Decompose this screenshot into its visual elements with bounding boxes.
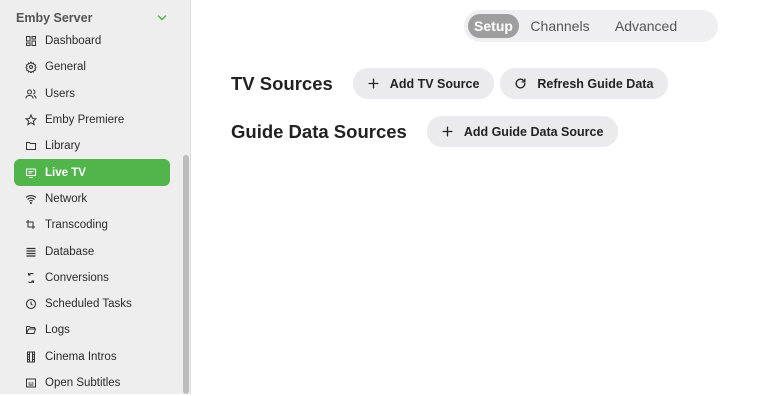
add-guide-data-source-button[interactable]: Add Guide Data Source <box>426 116 619 147</box>
sidebar-item-label: Network <box>45 192 88 205</box>
refresh-icon <box>515 78 526 89</box>
sidebar-item-general[interactable]: General <box>14 54 170 80</box>
sidebar-item-network[interactable]: Network <box>14 186 170 212</box>
tab-channels[interactable]: Channels <box>525 14 595 38</box>
subtitles-icon <box>25 377 37 389</box>
database-icon <box>25 246 37 258</box>
sidebar-item-label: Conversions <box>45 271 109 284</box>
tab-advanced[interactable]: Advanced <box>601 14 691 38</box>
star-icon <box>25 114 37 126</box>
tv-sources-title: TV Sources <box>231 72 333 94</box>
sidebar-item-label: Cinema Intros <box>45 350 117 363</box>
chevron-down-icon[interactable] <box>156 12 168 24</box>
sidebar-item-label: Open Subtitles <box>45 377 121 389</box>
plus-icon <box>368 78 379 89</box>
folder-icon <box>25 140 37 152</box>
add-guide-data-source-label: Add Guide Data Source <box>463 124 604 139</box>
sidebar-item-label: Users <box>45 87 76 100</box>
sidebar-nav: Dashboard General Users Emby Premiere Li… <box>14 28 170 396</box>
sidebar-scrollbar[interactable] <box>183 155 189 394</box>
sidebar: Emby Server Dashboard General Users Emby… <box>0 0 191 394</box>
section-title: Emby Server <box>16 11 93 25</box>
add-tv-source-label: Add TV Source <box>389 76 480 91</box>
dashboard-icon <box>25 35 37 47</box>
sidebar-item-library[interactable]: Library <box>14 133 170 159</box>
refresh-guide-data-label: Refresh Guide Data <box>537 76 654 91</box>
sidebar-item-label: Scheduled Tasks <box>45 298 132 311</box>
sidebar-item-logs[interactable]: Logs <box>14 317 170 343</box>
sidebar-item-cinema-intros[interactable]: Cinema Intros <box>14 344 170 370</box>
sidebar-item-conversions[interactable]: Conversions <box>14 265 170 291</box>
wifi-icon <box>25 193 37 205</box>
sidebar-item-label: Live TV <box>45 166 86 179</box>
guide-data-sources-section: Guide Data Sources Add Guide Data Source <box>231 116 619 147</box>
sidebar-item-label: Emby Premiere <box>45 114 125 127</box>
sidebar-item-label: Logs <box>45 324 70 337</box>
sidebar-item-label: Database <box>45 245 95 258</box>
sidebar-item-dashboard[interactable]: Dashboard <box>14 28 170 54</box>
sidebar-item-emby-premiere[interactable]: Emby Premiere <box>14 107 170 133</box>
live-tv-icon <box>25 167 37 179</box>
clock-icon <box>25 298 37 310</box>
conversions-icon <box>25 272 37 284</box>
tv-sources-section: TV Sources Add TV Source Refresh Guide D… <box>231 68 669 99</box>
sidebar-item-database[interactable]: Database <box>14 238 170 264</box>
users-icon <box>25 88 37 100</box>
sidebar-item-scheduled-tasks[interactable]: Scheduled Tasks <box>14 291 170 317</box>
refresh-guide-data-button[interactable]: Refresh Guide Data <box>500 68 669 99</box>
sidebar-item-label: Library <box>45 140 81 153</box>
folder-open-icon <box>25 324 37 336</box>
plus-icon <box>442 126 453 137</box>
sidebar-item-label: Transcoding <box>45 219 108 232</box>
tab-bar: Setup Channels Advanced <box>464 10 718 42</box>
film-icon <box>25 351 37 363</box>
sidebar-item-label: Dashboard <box>45 35 102 48</box>
transcode-icon <box>25 219 37 231</box>
section-header[interactable]: Emby Server <box>16 10 168 26</box>
add-tv-source-button[interactable]: Add TV Source <box>352 68 495 99</box>
guide-data-sources-title: Guide Data Sources <box>231 120 407 142</box>
sidebar-item-users[interactable]: Users <box>14 81 170 107</box>
tab-setup[interactable]: Setup <box>468 14 519 38</box>
settings-icon <box>25 61 37 74</box>
sidebar-item-open-subtitles[interactable]: Open Subtitles <box>14 370 170 396</box>
sidebar-item-live-tv[interactable]: Live TV <box>14 159 170 186</box>
sidebar-item-label: General <box>45 61 86 74</box>
sidebar-item-transcoding[interactable]: Transcoding <box>14 212 170 238</box>
